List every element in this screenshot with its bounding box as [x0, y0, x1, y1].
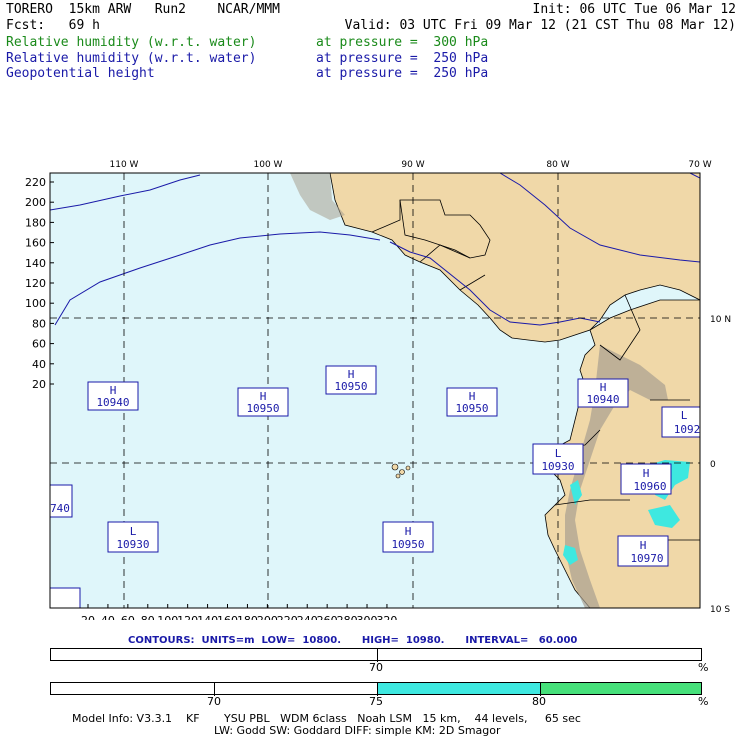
field-name-geopotential: Geopotential height	[6, 66, 155, 81]
x-tick-label: 200	[257, 614, 278, 620]
center-box	[50, 587, 81, 608]
init-time: Init: 06 UTC Tue 06 Mar 12	[532, 2, 737, 17]
center-type: H	[405, 525, 412, 538]
colorbar-rh300	[50, 648, 702, 662]
center-value: 10930	[116, 538, 149, 551]
center-value: 10940	[586, 393, 619, 406]
y-tick-label: 180	[25, 216, 46, 229]
lat-label: 0	[710, 460, 716, 470]
x-tick-label: 320	[376, 614, 397, 620]
center-value: 10950	[246, 402, 279, 415]
center-type: L	[555, 447, 562, 460]
center-type: L	[130, 525, 137, 538]
lat-label: 10 N	[710, 315, 731, 325]
x-tick-label: 140	[197, 614, 218, 620]
y-tick-label: 60	[32, 338, 46, 351]
field-level-geopotential: at pressure = 250 hPa	[316, 66, 489, 81]
x-tick-label: 120	[177, 614, 198, 620]
physics-info: LW: Godd SW: Goddard DIFF: simple KM: 2D…	[214, 724, 501, 737]
valid-time: Valid: 03 UTC Fri 09 Mar 12 (21 CST Thu …	[344, 18, 736, 33]
weather-map: H 10940 H 10950 H 10950 H 10950 H 10940 …	[25, 160, 731, 620]
field-name-rh250: Relative humidity (w.r.t. water)	[6, 51, 257, 66]
lon-label: 110 W	[110, 160, 139, 170]
y-tick-label: 160	[25, 237, 46, 250]
colorbar-label: 70	[207, 695, 221, 708]
colorbar-label: 70	[369, 661, 383, 674]
center-type: H	[640, 539, 647, 552]
lon-label: 80 W	[546, 160, 569, 170]
y-tick-label: 220	[25, 176, 46, 189]
lon-label: 70 W	[688, 160, 711, 170]
x-tick-label: 60	[121, 614, 135, 620]
lat-label: 10 S	[710, 605, 730, 615]
center-value: 1092	[674, 423, 701, 436]
colorbar-fill-green	[540, 683, 701, 694]
colorbar-label: 80	[532, 695, 546, 708]
y-tick-label: 40	[32, 358, 46, 371]
center-value: 10960	[633, 480, 666, 493]
field-level-rh300: at pressure = 300 hPa	[316, 35, 489, 50]
forecast-hour: Fcst: 69 h	[6, 18, 100, 33]
y-tick-label: 200	[25, 196, 46, 209]
x-tick-label: 300	[357, 614, 378, 620]
field-level-rh250: at pressure = 250 hPa	[316, 51, 489, 66]
colorbar-label: 75	[369, 695, 383, 708]
center-value: 740	[50, 502, 70, 515]
y-tick-label: 120	[25, 277, 46, 290]
x-tick-label: 180	[237, 614, 258, 620]
y-tick-label: 20	[32, 378, 46, 391]
colorbar-fill-cyan	[377, 683, 540, 694]
colorbar-unit: %	[698, 661, 709, 674]
center-value: 10950	[455, 402, 488, 415]
x-tick-label: 40	[101, 614, 115, 620]
x-tick-label: 260	[317, 614, 338, 620]
center-value: 10940	[96, 396, 129, 409]
lon-label: 100 W	[254, 160, 283, 170]
x-tick-label: 20	[81, 614, 95, 620]
colorbar-unit: %	[698, 695, 709, 708]
y-tick-label: 140	[25, 257, 46, 270]
center-value: 10930	[541, 460, 574, 473]
model-title: TORERO 15km ARW Run2 NCAR/MMM	[6, 2, 280, 17]
x-tick-label: 100	[157, 614, 178, 620]
x-tick-label: 280	[337, 614, 358, 620]
x-tick-label: 240	[297, 614, 318, 620]
center-value: 10950	[334, 380, 367, 393]
x-tick-label: 80	[141, 614, 155, 620]
contour-info: CONTOURS: UNITS=m LOW= 10800. HIGH= 1098…	[128, 635, 578, 646]
center-type: H	[643, 467, 650, 480]
center-type: L	[681, 409, 688, 422]
y-tick-label: 100	[25, 297, 46, 310]
center-value: 10970	[630, 552, 663, 565]
colorbar-rh250	[50, 682, 702, 696]
center-value: 10950	[391, 538, 424, 551]
lon-label: 90 W	[401, 160, 424, 170]
x-tick-label: 160	[217, 614, 238, 620]
x-tick-label: 220	[277, 614, 298, 620]
field-name-rh300: Relative humidity (w.r.t. water)	[6, 35, 257, 50]
y-tick-label: 80	[32, 317, 46, 330]
